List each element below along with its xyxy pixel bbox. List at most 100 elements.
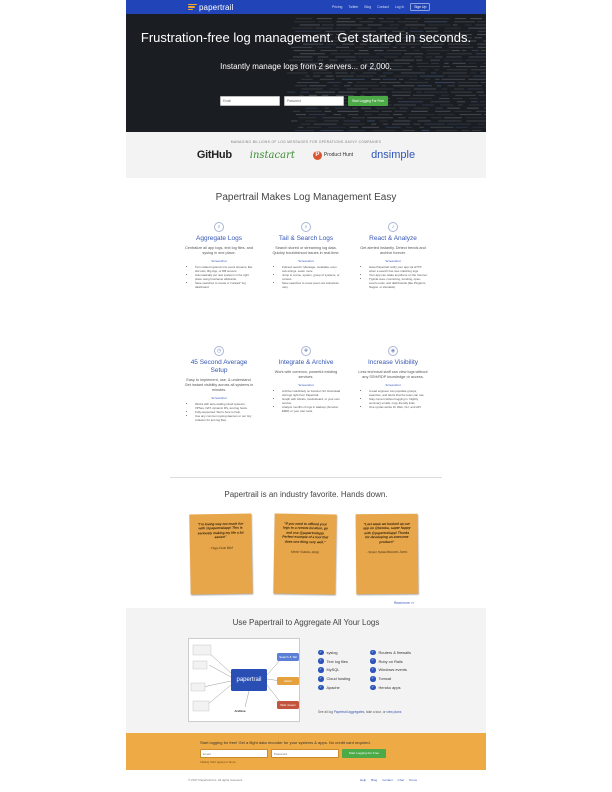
log-line-mark (428, 24, 451, 26)
testimonial-quote: "Last week we hooked up our app on @hero… (363, 521, 411, 544)
cta-legal: Clicking 'Start' agrees to Terms (200, 761, 236, 764)
log-line-mark (334, 107, 350, 109)
log-line-mark (469, 98, 479, 100)
cta-password-input[interactable] (271, 749, 339, 758)
log-line-mark (436, 130, 458, 132)
log-line-mark (333, 85, 339, 87)
log-line-mark (466, 117, 486, 119)
section-divider (170, 477, 442, 478)
log-line-mark (424, 21, 448, 23)
log-line-mark (469, 104, 486, 106)
hero-start-button[interactable]: Start Logging For Free (348, 96, 388, 106)
log-line-mark (373, 50, 384, 52)
footer-link-blog[interactable]: Blog (371, 778, 377, 782)
footer-link-help[interactable]: Help (360, 778, 366, 782)
log-line-mark (424, 78, 431, 80)
log-line-mark (470, 18, 483, 20)
aggregate-label: Windows events (378, 667, 407, 673)
aggregates-link[interactable]: Papertrail aggregates (334, 710, 364, 714)
log-line-mark (352, 107, 358, 109)
log-line-mark (391, 123, 411, 125)
log-line-mark (350, 72, 356, 74)
nav-link-twitter[interactable]: Twitter (348, 5, 358, 9)
signup-button[interactable]: Sign Up (410, 3, 431, 11)
aggregate-item: ✓ Ruby on Rails (370, 657, 411, 666)
diagram-node-alerts: Alerts (277, 677, 299, 685)
footer-link-chat[interactable]: Chat (398, 778, 404, 782)
customer-logo-row: GitHub instacart P Product Hunt dnsimple (126, 149, 486, 161)
log-line-mark (347, 82, 353, 84)
feature-screenshot-link[interactable]: Screenshot (183, 259, 255, 263)
log-line-mark (480, 72, 486, 74)
log-line-mark (372, 130, 396, 132)
brand-logo[interactable]: papertrail (188, 2, 233, 12)
log-line-mark (438, 98, 450, 100)
log-line-mark (385, 126, 401, 128)
log-line-mark (414, 56, 423, 58)
nav-link-login[interactable]: Log In (395, 5, 404, 9)
puzzle-icon: ✚ (301, 346, 311, 356)
log-line-mark (485, 85, 486, 87)
nav-link-contact[interactable]: Contact (377, 5, 389, 9)
feature-screenshot-link[interactable]: Screenshot (270, 259, 342, 263)
log-line-mark (401, 88, 411, 90)
log-line-mark (406, 126, 413, 128)
log-line-mark (296, 82, 320, 84)
log-line-mark (454, 21, 475, 23)
log-line-mark (443, 59, 463, 61)
feature-screenshot-link[interactable]: Screenshot (357, 259, 429, 263)
log-line-mark (299, 53, 325, 55)
log-line-mark (413, 123, 421, 125)
log-line-mark (484, 114, 486, 116)
cta-signup-form: Start Logging For Free (200, 749, 386, 758)
feature-screenshot-link[interactable]: Screenshot (270, 383, 342, 387)
feature-screenshot-link[interactable]: Screenshot (183, 396, 255, 400)
aggregate-footnote-text: , take a tour, or (364, 710, 386, 714)
feature-screenshot-link[interactable]: Screenshot (357, 383, 429, 387)
log-line-mark (445, 27, 461, 29)
footer-link-terms[interactable]: Terms (409, 778, 417, 782)
cta-start-button[interactable]: Start Logging For Free (342, 749, 386, 758)
log-line-mark (329, 59, 338, 61)
feature-bullet: One syntax works for Web, CLI, and API. (369, 405, 429, 410)
log-line-mark (346, 88, 368, 90)
log-line-mark (379, 120, 388, 122)
cta-text: Start logging for free! Get a flight dat… (200, 740, 371, 745)
aggregate-item: ✓ Apache (318, 683, 350, 692)
cta-terms-link[interactable]: Terms (229, 761, 236, 764)
log-line-mark (367, 120, 375, 122)
hero-email-input[interactable] (220, 96, 280, 106)
log-line-mark (410, 46, 416, 48)
hero-password-input[interactable] (284, 96, 344, 106)
nav-link-blog[interactable]: Blog (364, 5, 371, 9)
log-line-mark (381, 110, 392, 112)
log-line-mark (393, 120, 411, 122)
log-line-mark (362, 126, 380, 128)
nav-link-pricing[interactable]: Pricing (332, 5, 342, 9)
footer-link-contact[interactable]: Contact (382, 778, 392, 782)
log-line-mark (430, 101, 450, 103)
aggregate-item: ✓ syslog (318, 648, 350, 657)
log-line-mark (426, 50, 450, 52)
log-line-mark (480, 82, 486, 84)
log-line-mark (485, 88, 486, 90)
log-line-mark (378, 27, 399, 29)
log-line-mark (300, 123, 311, 125)
log-line-mark (392, 46, 397, 48)
log-line-mark (408, 98, 432, 100)
check-icon: ✓ (318, 684, 324, 691)
log-line-mark (391, 91, 412, 93)
log-line-mark (381, 85, 386, 87)
read-more-link[interactable]: Read more >> (394, 601, 414, 605)
log-line-mark (375, 107, 396, 109)
view-plans-link[interactable]: view plans (386, 710, 401, 714)
log-line-mark (327, 82, 341, 84)
log-line-mark (335, 72, 348, 74)
log-line-mark (337, 18, 351, 20)
log-line-mark (472, 126, 486, 128)
cta-email-input[interactable] (200, 749, 268, 758)
log-line-mark (291, 27, 314, 29)
log-line-mark (327, 126, 346, 128)
diagram-core: papertrail (231, 669, 267, 691)
feature-bullet: Save searches to reuse (even via colourl… (282, 281, 342, 289)
